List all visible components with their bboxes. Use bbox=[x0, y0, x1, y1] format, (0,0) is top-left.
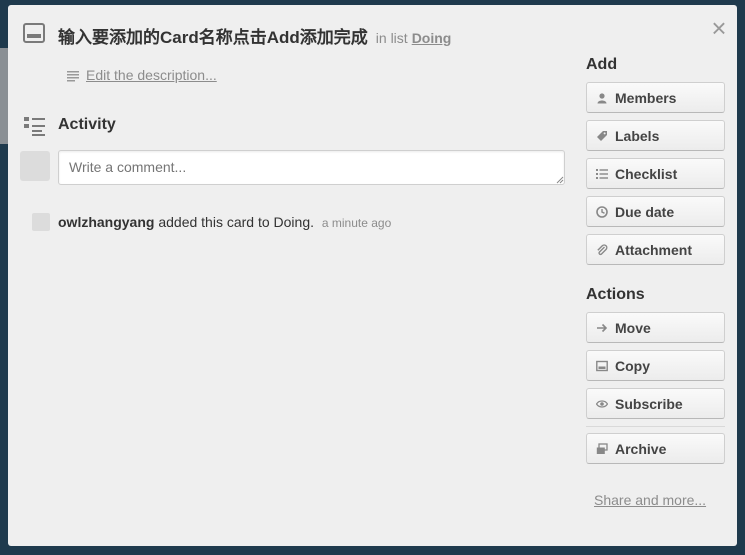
due-date-button[interactable]: Due date bbox=[586, 196, 725, 227]
sidebar-divider bbox=[586, 426, 725, 427]
current-user-avatar bbox=[20, 151, 50, 181]
activity-timestamp[interactable]: a minute ago bbox=[322, 216, 391, 230]
activity-list-icon bbox=[23, 115, 47, 137]
card-title-row: 输入要添加的Card名称点击Add添加完成 in list Doing bbox=[58, 23, 451, 48]
board-backdrop-sliver bbox=[0, 48, 8, 144]
attachment-button-label: Attachment bbox=[615, 242, 693, 258]
actions-heading: Actions bbox=[586, 286, 645, 303]
card-icon bbox=[596, 360, 608, 372]
labels-button-label: Labels bbox=[615, 128, 660, 144]
arrow-right-icon bbox=[596, 322, 608, 334]
members-button[interactable]: Members bbox=[586, 82, 725, 113]
description-icon bbox=[67, 70, 79, 82]
labels-button[interactable]: Labels bbox=[586, 120, 725, 151]
copy-button-label: Copy bbox=[615, 358, 650, 374]
member-avatar[interactable] bbox=[32, 213, 50, 231]
move-button[interactable]: Move bbox=[586, 312, 725, 343]
due-date-button-label: Due date bbox=[615, 204, 675, 220]
comment-input[interactable] bbox=[58, 150, 565, 185]
copy-button[interactable]: Copy bbox=[586, 350, 725, 381]
in-list-prefix: in list bbox=[375, 30, 408, 46]
list-link[interactable]: Doing bbox=[412, 30, 452, 46]
activity-entry: owlzhangyang added this card to Doing. a… bbox=[58, 214, 391, 230]
close-icon[interactable]: × bbox=[708, 15, 730, 41]
archive-icon bbox=[596, 443, 608, 455]
archive-button-label: Archive bbox=[615, 441, 667, 457]
card-title[interactable]: 输入要添加的Card名称点击Add添加完成 bbox=[58, 28, 368, 47]
tag-icon bbox=[596, 130, 608, 142]
archive-button[interactable]: Archive bbox=[586, 433, 725, 464]
activity-entry-text: added this card to Doing. bbox=[158, 214, 314, 230]
resize-grip-icon[interactable] bbox=[556, 176, 564, 184]
activity-heading: Activity bbox=[58, 116, 116, 133]
subscribe-button-label: Subscribe bbox=[615, 396, 683, 412]
add-heading: Add bbox=[586, 56, 618, 73]
clock-icon bbox=[596, 206, 608, 218]
paperclip-icon bbox=[596, 244, 608, 256]
share-and-more-link[interactable]: Share and more... bbox=[594, 492, 706, 508]
subscribe-button[interactable]: Subscribe bbox=[586, 388, 725, 419]
edit-description-link[interactable]: Edit the description... bbox=[86, 67, 217, 83]
checklist-button-label: Checklist bbox=[615, 166, 678, 182]
card-icon bbox=[23, 23, 45, 43]
card-detail-dialog: × 输入要添加的Card名称点击Add添加完成 in list Doing Edit… bbox=[8, 5, 737, 546]
person-icon bbox=[596, 92, 608, 104]
member-name[interactable]: owlzhangyang bbox=[58, 214, 154, 230]
move-button-label: Move bbox=[615, 320, 651, 336]
members-button-label: Members bbox=[615, 90, 677, 106]
checklist-button[interactable]: Checklist bbox=[586, 158, 725, 189]
attachment-button[interactable]: Attachment bbox=[586, 234, 725, 265]
eye-icon bbox=[596, 398, 608, 410]
checklist-icon bbox=[596, 168, 608, 180]
